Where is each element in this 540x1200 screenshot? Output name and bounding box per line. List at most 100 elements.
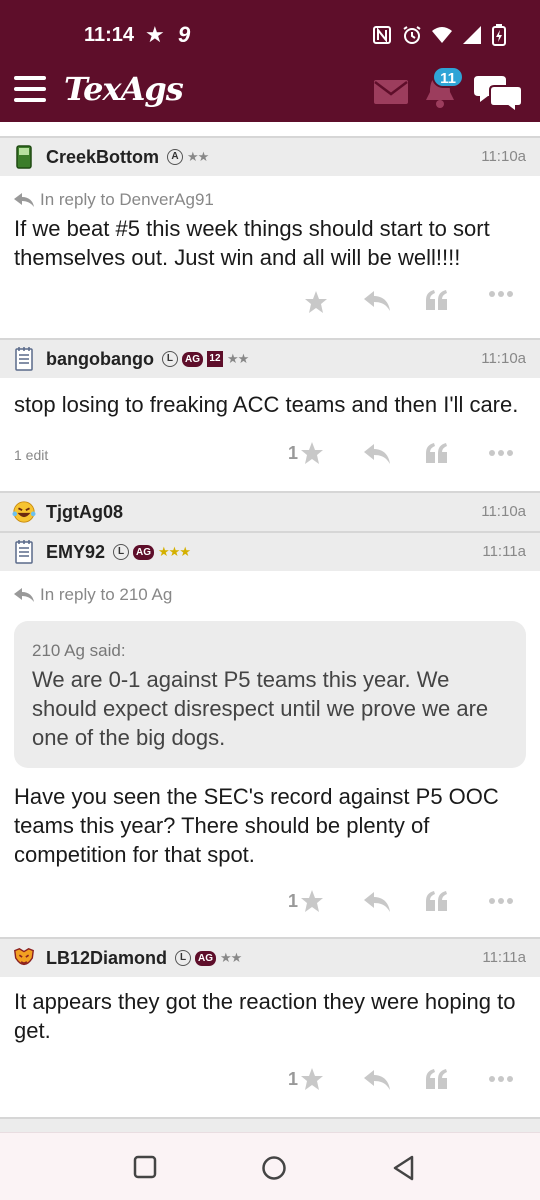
star-button[interactable]: 1: [288, 441, 324, 465]
post-body: If we beat #5 this week things should st…: [14, 216, 490, 270]
more-icon: [489, 450, 513, 456]
post-time[interactable]: 11:10a: [481, 148, 526, 165]
post-header[interactable]: CreekBottom A ★★ 11:10a: [0, 136, 540, 176]
reply-to-text: In reply to 210 Ag: [40, 585, 173, 604]
post-header[interactable]: LB12Diamond L AG ★★ 11:11a: [0, 937, 540, 977]
star-button[interactable]: 1: [288, 1067, 324, 1091]
quote-icon: [426, 1069, 447, 1089]
edit-note[interactable]: 1 edit: [14, 447, 48, 463]
user-stars: ★★★: [158, 544, 191, 559]
star-count: 1: [288, 442, 299, 463]
more-button[interactable]: [488, 290, 514, 298]
post: LB12Diamond L AG ★★ 11:11a It appears th…: [0, 937, 540, 1117]
battery-icon: [492, 24, 506, 51]
post-actions: 1: [0, 869, 540, 937]
reply-button[interactable]: [364, 891, 390, 913]
more-button[interactable]: [488, 449, 514, 457]
username[interactable]: bangobango: [46, 349, 154, 370]
post-body: stop losing to freaking ACC teams and th…: [14, 392, 519, 417]
post: bangobango L AG 12 ★★ 11:10a stop losing…: [0, 338, 540, 491]
quote-button[interactable]: [426, 290, 448, 310]
post: CreekBottom A ★★ 11:10a In reply to Denv…: [0, 136, 540, 338]
reply-button[interactable]: [364, 1069, 390, 1091]
back-icon[interactable]: [392, 1155, 416, 1186]
post-body: Have you seen the SEC's record against P…: [14, 784, 499, 867]
reply-button[interactable]: [364, 290, 390, 312]
star-icon: ★: [145, 22, 165, 47]
chat-icon[interactable]: [474, 72, 522, 112]
notepad-avatar-icon[interactable]: [12, 347, 36, 371]
more-icon: [489, 291, 513, 297]
notification-badge[interactable]: 11: [432, 66, 464, 88]
post-header[interactable]: [0, 1117, 540, 1132]
post-body: It appears they got the reaction they we…: [14, 989, 516, 1043]
star-icon: [305, 291, 327, 313]
post-time[interactable]: 11:10a: [481, 503, 526, 520]
star-count: 1: [288, 1068, 299, 1089]
reply-to-link[interactable]: In reply to DenverAg91: [0, 176, 540, 210]
post: TjgtAg08 11:10a: [0, 491, 540, 531]
username[interactable]: LB12Diamond: [46, 948, 167, 969]
notepad-avatar-icon[interactable]: [12, 540, 36, 564]
alarm-icon: [402, 25, 422, 50]
quote-icon: [426, 290, 447, 310]
username[interactable]: CreekBottom: [46, 147, 159, 168]
nfc-icon: [372, 25, 392, 50]
reply-button[interactable]: [364, 443, 390, 465]
post-actions: 1: [0, 1045, 540, 1117]
quote-text: We are 0-1 against P5 teams this year. W…: [32, 667, 489, 750]
star-button[interactable]: [304, 290, 328, 314]
user-stars: ★★: [226, 351, 249, 366]
reply-arrow-icon: [14, 588, 34, 602]
quote-button[interactable]: [426, 891, 448, 911]
reply-icon: [364, 1070, 390, 1090]
reply-to-link[interactable]: In reply to 210 Ag: [0, 571, 540, 605]
user-badge-l: L: [175, 950, 192, 966]
post-header[interactable]: TjgtAg08 11:10a: [0, 491, 540, 531]
app-logo[interactable]: TexAgs: [64, 70, 184, 108]
username[interactable]: EMY92: [46, 542, 105, 563]
post-header[interactable]: EMY92 L AG ★★★ 11:11a: [0, 531, 540, 571]
more-icon: [489, 898, 513, 904]
post: EMY92 L AG ★★★ 11:11a In reply to 210 Ag…: [0, 531, 540, 937]
more-button[interactable]: [488, 897, 514, 905]
signal-icon: [462, 25, 482, 50]
post-header[interactable]: bangobango L AG 12 ★★ 11:10a: [0, 338, 540, 378]
username[interactable]: TjgtAg08: [46, 502, 123, 523]
recents-icon[interactable]: [133, 1155, 157, 1184]
star-button[interactable]: 1: [288, 889, 324, 913]
status-icons: [372, 24, 506, 51]
quote-icon: [426, 891, 447, 911]
quote-author: 210 Ag said:: [32, 641, 126, 660]
status-time: 11:14: [84, 24, 135, 46]
phone-avatar-icon[interactable]: [12, 145, 36, 169]
wifi-icon: [432, 25, 452, 50]
more-icon: [489, 1076, 513, 1082]
user-badge-ag: AG: [133, 544, 155, 560]
top-bar: 11:14 ★ 9 TexAgs 11: [0, 0, 540, 122]
post-time[interactable]: 11:11a: [482, 949, 526, 966]
quote-button[interactable]: [426, 443, 448, 463]
more-button[interactable]: [488, 1075, 514, 1083]
laughing-emoji-avatar-icon[interactable]: [12, 500, 36, 524]
user-badge-ag: AG: [181, 351, 203, 367]
thread-feed[interactable]: CreekBottom A ★★ 11:10a In reply to Denv…: [0, 122, 540, 1132]
menu-icon[interactable]: [14, 76, 46, 102]
star-icon: [301, 442, 324, 464]
post-time[interactable]: 11:10a: [481, 350, 526, 367]
quote-icon: [426, 443, 447, 463]
mail-icon[interactable]: [374, 80, 408, 104]
user-badge-l: L: [161, 351, 178, 367]
quote-block: 210 Ag said: We are 0-1 against P5 teams…: [14, 621, 526, 768]
post-time[interactable]: 11:11a: [482, 543, 526, 560]
quote-button[interactable]: [426, 1069, 448, 1089]
home-icon[interactable]: [261, 1155, 287, 1186]
post-actions: [0, 272, 540, 338]
tiger-avatar-icon[interactable]: [12, 946, 36, 970]
star-icon: [301, 1068, 324, 1090]
user-badge-a: A: [167, 149, 184, 165]
user-badge-ag: AG: [195, 950, 217, 966]
reply-to-text: In reply to DenverAg91: [40, 190, 214, 209]
reply-icon: [364, 444, 390, 464]
status-indicator: 9: [178, 22, 191, 47]
